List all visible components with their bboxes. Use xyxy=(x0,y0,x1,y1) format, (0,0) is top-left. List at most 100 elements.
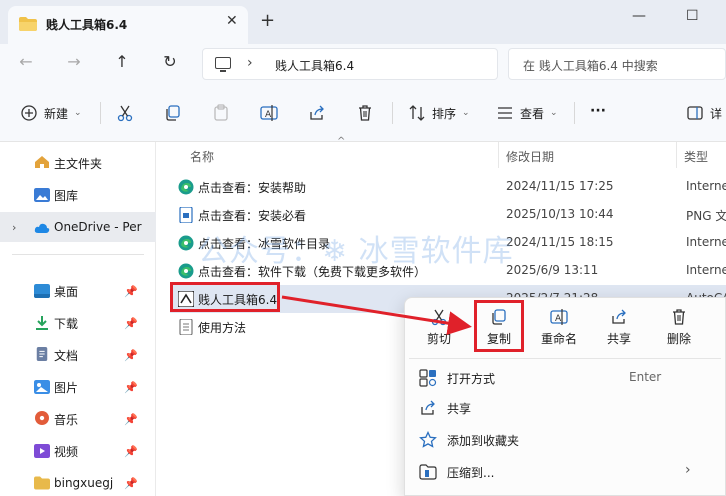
more-options-button[interactable]: ··· xyxy=(590,101,606,121)
sidebar-item-home[interactable]: 主文件夹 xyxy=(0,148,156,178)
highlight-box-copy xyxy=(474,300,524,352)
view-button[interactable]: 查看 ⌄ xyxy=(496,103,558,123)
share-icon xyxy=(612,309,626,324)
file-name: 使用方法 xyxy=(198,321,247,335)
sidebar-item-music[interactable]: 音乐 📌 xyxy=(0,404,156,434)
pin-icon[interactable]: 📌 xyxy=(124,317,138,330)
file-name: 点击查看：安装帮助 xyxy=(198,181,307,195)
new-tab-button[interactable]: + xyxy=(260,10,275,31)
sidebar-item-bingxuegj[interactable]: bingxuegj 📌 xyxy=(0,468,156,496)
star-icon xyxy=(419,431,437,448)
desktop-icon xyxy=(34,284,50,298)
pin-icon[interactable]: 📌 xyxy=(124,285,138,298)
title-bar: 贱人工具箱6.4 ✕ + — ☐ xyxy=(0,0,726,44)
cut-button[interactable]: 剪切 xyxy=(409,306,469,354)
view-label: 查看 xyxy=(520,106,545,121)
file-name: 点击查看：安装必看 xyxy=(198,209,307,223)
rename-icon: A xyxy=(550,309,568,325)
context-menu: 剪切 复制 A 重命名 共享 删除 打开方式 Enter 共享 添加到收藏夹 压… xyxy=(404,297,726,496)
divider xyxy=(12,254,144,255)
pin-icon[interactable]: 📌 xyxy=(124,445,138,458)
pin-icon[interactable]: 📌 xyxy=(124,477,138,490)
navigation-pane: 主文件夹 图库 › OneDrive - Per 桌面 📌 下载 📌 文档 📌 … xyxy=(0,142,156,496)
new-label: 新建 xyxy=(44,106,69,121)
rename-icon[interactable]: A xyxy=(260,104,278,122)
pin-icon[interactable]: 📌 xyxy=(124,349,138,362)
sort-label: 排序 xyxy=(432,106,457,121)
menu-item-compress[interactable]: 压缩到... › xyxy=(405,456,725,486)
menu-item-open-with[interactable]: 打开方式 Enter xyxy=(405,362,725,392)
pin-icon[interactable]: 📌 xyxy=(124,413,138,426)
pictures-icon xyxy=(34,380,50,394)
paste-icon[interactable] xyxy=(212,104,230,122)
delete-icon xyxy=(673,309,685,325)
share-icon[interactable] xyxy=(308,104,326,122)
chevron-down-icon: ⌄ xyxy=(462,108,470,118)
file-row[interactable]: 点击查看：安装必看 2025/10/13 10:44 PNG 文 xyxy=(170,201,726,229)
delete-icon[interactable] xyxy=(356,104,374,122)
command-bar: 新建 ⌄ A 排序 ⌄ 查看 ⌄ ··· 详 xyxy=(0,84,726,142)
file-date: 2025/10/13 10:44 xyxy=(506,207,614,221)
watermark-text: 公众号：❄ 冰雪软件库 xyxy=(198,234,514,269)
sidebar-item-documents[interactable]: 文档 📌 xyxy=(0,340,156,370)
column-date-header[interactable]: 修改日期 xyxy=(506,148,554,174)
share-icon xyxy=(421,400,435,415)
share-button[interactable]: 共享 xyxy=(589,306,649,354)
file-date: 2025/6/9 13:11 xyxy=(506,263,599,277)
rename-button[interactable]: A 重命名 xyxy=(529,306,589,354)
minimize-button[interactable]: — xyxy=(632,8,646,24)
svg-text:A: A xyxy=(265,110,272,120)
music-icon xyxy=(35,411,49,425)
back-arrow-icon[interactable]: ← xyxy=(14,52,38,71)
file-date: 2024/11/15 18:15 xyxy=(506,235,614,249)
folder-icon xyxy=(34,476,50,490)
column-type-header[interactable]: 类型 xyxy=(684,148,708,174)
file-type: Interne xyxy=(686,263,726,277)
folder-icon xyxy=(19,17,37,31)
up-arrow-icon[interactable]: ↑ xyxy=(110,52,134,71)
forward-arrow-icon[interactable]: → xyxy=(62,52,86,71)
new-button[interactable]: 新建 ⌄ xyxy=(20,103,82,123)
menu-item-add-favorites[interactable]: 添加到收藏夹 xyxy=(405,424,725,454)
cut-icon[interactable] xyxy=(116,104,134,122)
doc-icon xyxy=(179,319,193,335)
search-input[interactable]: 在 贱人工具箱6.4 中搜索 xyxy=(508,48,726,80)
sort-icon xyxy=(409,105,425,121)
edge-icon xyxy=(178,263,194,279)
pin-icon[interactable]: 📌 xyxy=(124,381,138,394)
view-icon xyxy=(498,107,512,119)
cut-icon xyxy=(431,309,447,326)
tab-title: 贱人工具箱6.4 xyxy=(46,18,128,32)
open-with-icon xyxy=(419,369,437,387)
edge-icon xyxy=(178,179,194,195)
sort-button[interactable]: 排序 ⌄ xyxy=(408,103,470,123)
sidebar-item-desktop[interactable]: 桌面 📌 xyxy=(0,276,156,306)
zip-icon xyxy=(419,464,437,480)
chevron-down-icon: ⌄ xyxy=(550,108,558,118)
details-button[interactable]: 详 xyxy=(686,103,722,123)
chevron-right-icon[interactable]: › xyxy=(247,55,253,71)
home-icon xyxy=(35,156,49,168)
file-row[interactable]: 点击查看：安装帮助 2024/11/15 17:25 Interne xyxy=(170,173,726,201)
menu-item-share[interactable]: 共享 xyxy=(405,392,725,422)
refresh-icon[interactable]: ↻ xyxy=(158,52,182,71)
address-path[interactable]: 贱人工具箱6.4 xyxy=(275,57,354,74)
sidebar-item-onedrive[interactable]: › OneDrive - Per xyxy=(0,212,156,242)
sidebar-item-pictures[interactable]: 图片 📌 xyxy=(0,372,156,402)
maximize-button[interactable]: ☐ xyxy=(686,8,699,24)
sidebar-item-gallery[interactable]: 图库 xyxy=(0,180,156,210)
column-name-header[interactable]: 名称 xyxy=(190,148,214,174)
file-type: Interne xyxy=(686,179,726,193)
chevron-right-icon[interactable]: › xyxy=(12,221,16,234)
divider xyxy=(409,358,721,359)
copy-icon[interactable] xyxy=(164,104,182,122)
edge-icon xyxy=(178,235,194,251)
sidebar-item-downloads[interactable]: 下载 📌 xyxy=(0,308,156,338)
delete-button[interactable]: 删除 xyxy=(649,306,709,354)
computer-icon xyxy=(215,57,231,69)
chevron-down-icon: ⌄ xyxy=(74,108,82,118)
close-tab-icon[interactable]: ✕ xyxy=(226,13,238,29)
tab-current[interactable]: 贱人工具箱6.4 ✕ xyxy=(8,6,248,44)
address-bar[interactable]: › 贱人工具箱6.4 xyxy=(202,48,498,80)
sidebar-item-videos[interactable]: 视频 📌 xyxy=(0,436,156,466)
